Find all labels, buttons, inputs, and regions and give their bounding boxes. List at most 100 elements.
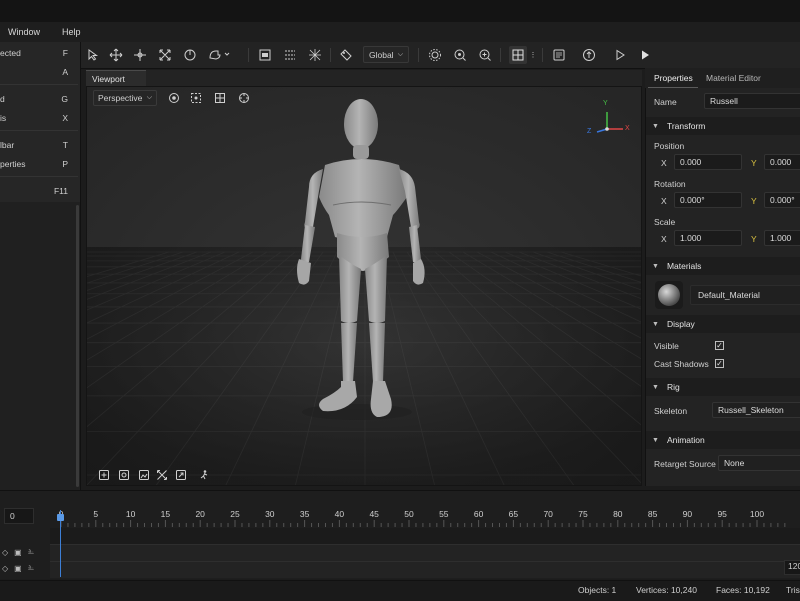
grid-toggle-icon[interactable] <box>213 91 227 105</box>
name-field[interactable]: Russell <box>704 93 800 109</box>
pose-icon[interactable] <box>197 468 211 482</box>
viewport-3d[interactable]: Y X Z <box>86 86 642 486</box>
scale-label: Scale <box>654 217 676 227</box>
menu-item-shortcut: T <box>62 140 68 150</box>
snap-icon[interactable] <box>207 46 235 64</box>
timeline-tick-label: 55 <box>439 509 449 519</box>
move-icon[interactable] <box>107 46 125 64</box>
menu-item-properties[interactable]: perties P <box>0 159 80 173</box>
grid-icon[interactable] <box>306 46 324 64</box>
viewport-layout-icon[interactable] <box>509 46 527 64</box>
current-frame-field[interactable]: 0 <box>4 508 34 524</box>
timeline-tick-label: 100 <box>749 509 765 519</box>
menu-window[interactable]: Window <box>8 27 40 37</box>
visible-checkbox[interactable]: ✓ <box>715 341 724 350</box>
timeline-track[interactable] <box>50 528 800 544</box>
timeline-tick-label: 30 <box>265 509 275 519</box>
menu-item-grid[interactable]: d G <box>0 94 80 108</box>
tag-icon[interactable] <box>337 46 355 64</box>
skeleton-field[interactable]: Russell_Skeleton <box>712 402 800 418</box>
play-icon[interactable] <box>611 46 629 64</box>
name-label: Name <box>654 97 677 107</box>
cast-shadows-checkbox[interactable]: ✓ <box>715 359 724 368</box>
camera-target-icon[interactable] <box>451 46 469 64</box>
section-title: Animation <box>666 435 705 445</box>
section-rig[interactable]: ▼ Rig <box>646 378 800 396</box>
translate-icon[interactable] <box>131 46 149 64</box>
layout-dropdown-icon[interactable]: ⋮ <box>528 46 538 64</box>
menu-item-shortcut: F <box>62 48 68 58</box>
status-vertices: Vertices: 10,240 <box>636 585 697 595</box>
material-thumbnail[interactable] <box>655 281 683 309</box>
upload-icon[interactable] <box>580 46 598 64</box>
tab-properties[interactable]: Properties <box>648 68 698 88</box>
retarget-source-field[interactable]: None <box>718 455 800 471</box>
camera-icon[interactable]: ▣ <box>14 564 22 573</box>
section-title: Display <box>666 319 695 329</box>
track-divider <box>50 561 800 562</box>
section-title: Transform <box>666 121 706 131</box>
menu-separator <box>0 176 78 177</box>
keyframe-icon[interactable]: ◇ <box>2 548 8 557</box>
frame-selection-icon[interactable] <box>189 91 203 105</box>
section-transform[interactable]: ▼ Transform <box>646 117 800 135</box>
skeleton-label: Skeleton <box>654 406 688 416</box>
menu-item-fullscreen[interactable]: F11 <box>0 186 80 200</box>
tab-viewport[interactable]: Viewport <box>86 70 146 86</box>
projection-select[interactable]: Perspective ⌵ <box>93 90 157 106</box>
transform-space-select[interactable]: Global ⌵ <box>363 46 409 63</box>
outliner-scrollbar[interactable] <box>76 205 79 487</box>
position-label: Position <box>654 141 685 151</box>
add-object-icon[interactable] <box>97 468 111 482</box>
scale-x-field[interactable]: 1.000 <box>674 230 742 246</box>
timeline-tick-label: 90 <box>682 509 693 519</box>
outliner-panel <box>0 202 81 490</box>
camera-icon[interactable] <box>476 46 494 64</box>
camera-settings-icon[interactable] <box>237 91 251 105</box>
rotate-icon[interactable] <box>181 46 199 64</box>
chevron-down-icon: ▼ <box>652 383 659 391</box>
view-mode-icon[interactable] <box>167 91 181 105</box>
menu-item-axis[interactable]: is X <box>0 113 80 127</box>
layout-icon[interactable] <box>281 46 299 64</box>
keyframe-icon[interactable]: ◇ <box>2 564 8 573</box>
timeline-tick-label: 70 <box>543 509 553 519</box>
transform-space-value: Global <box>369 49 394 60</box>
rotation-y-field[interactable]: 0.000° <box>764 192 800 208</box>
position-x-field[interactable]: 0.000 <box>674 154 742 170</box>
scale-icon[interactable] <box>156 46 174 64</box>
lock-icon[interactable]: ⎁ <box>28 547 34 557</box>
select-arrow-icon[interactable] <box>84 46 102 64</box>
timeline-tick-label: 60 <box>473 509 484 519</box>
menu-item-a[interactable]: A <box>0 67 80 81</box>
axis-x-label: X <box>661 158 667 168</box>
rotation-x-field[interactable]: 0.000° <box>674 192 742 208</box>
snapshot-icon[interactable] <box>117 468 131 482</box>
playhead-handle[interactable] <box>57 514 64 521</box>
image-icon[interactable] <box>137 468 151 482</box>
camera-icon[interactable]: ▣ <box>14 548 22 557</box>
settings-gear-icon[interactable] <box>426 46 444 64</box>
render-preview-icon[interactable] <box>256 46 274 64</box>
section-display[interactable]: ▼ Display <box>646 315 800 333</box>
menu-help[interactable]: Help <box>62 27 81 37</box>
position-y-field[interactable]: 0.000 <box>764 154 800 170</box>
export-icon[interactable] <box>174 468 188 482</box>
document-icon[interactable] <box>550 46 568 64</box>
rotation-label: Rotation <box>654 179 686 189</box>
chevron-down-icon: ▼ <box>652 262 659 270</box>
play-forward-icon[interactable] <box>636 46 654 64</box>
section-animation[interactable]: ▼ Animation <box>646 431 800 449</box>
material-name[interactable]: Default_Material <box>690 285 800 305</box>
tab-material-editor[interactable]: Material Editor <box>706 68 786 88</box>
menu-item-shortcut: X <box>62 113 68 123</box>
timeline-tick-label: 45 <box>369 509 379 519</box>
section-materials[interactable]: ▼ Materials <box>646 257 800 275</box>
menu-item-toolbar[interactable]: lbar T <box>0 140 80 154</box>
lock-icon[interactable]: ⎁ <box>28 563 34 573</box>
expand-icon[interactable] <box>155 468 169 482</box>
scale-y-field[interactable]: 1.000 <box>764 230 800 246</box>
chevron-down-icon: ▼ <box>652 122 659 130</box>
menu-item-focus-selected[interactable]: ected F <box>0 48 80 62</box>
end-frame-field[interactable]: 120 <box>784 560 800 575</box>
